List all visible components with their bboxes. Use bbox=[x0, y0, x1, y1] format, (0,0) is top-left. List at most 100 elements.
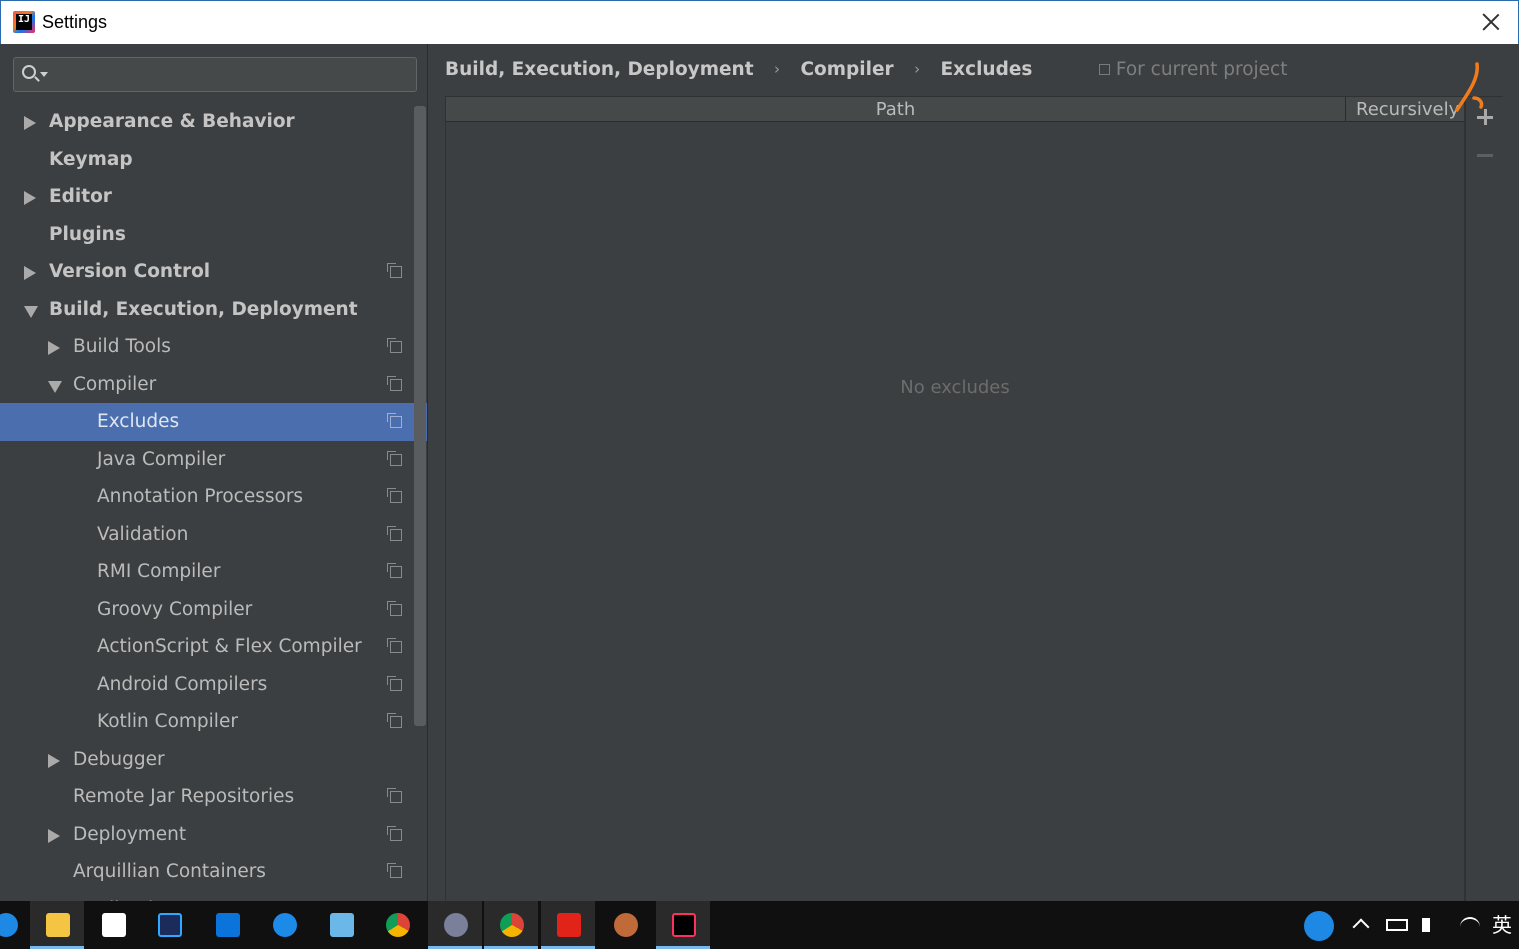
search-icon[interactable] bbox=[22, 65, 36, 79]
tree-item[interactable]: Plugins bbox=[0, 216, 427, 254]
chevron-right-icon[interactable] bbox=[24, 191, 36, 205]
project-scope-icon bbox=[387, 338, 402, 353]
tree-item-label: Android Compilers bbox=[97, 673, 268, 695]
chevron-right-icon[interactable] bbox=[48, 753, 60, 768]
intellij-icon: IJ bbox=[13, 11, 35, 33]
tree-item-label: Debugger bbox=[73, 748, 165, 770]
chevron-right-icon[interactable] bbox=[48, 341, 60, 355]
tree-item-label: Application Servers bbox=[73, 891, 253, 902]
excludes-table[interactable]: Path Recursively No excludes bbox=[445, 96, 1465, 902]
store-icon[interactable] bbox=[200, 901, 254, 949]
breadcrumb-item: Build, Execution, Deployment bbox=[445, 58, 754, 80]
tree-item-label: ActionScript & Flex Compiler bbox=[97, 636, 362, 657]
main-panel: Build, Execution, Deployment › Compiler … bbox=[429, 44, 1519, 902]
app-icon-text: IJ bbox=[18, 14, 31, 25]
remote-desktop-icon[interactable] bbox=[314, 901, 368, 949]
breadcrumb-item: Excludes bbox=[940, 58, 1033, 80]
photoshop-icon[interactable] bbox=[142, 901, 196, 949]
tree-item-label: Keymap bbox=[49, 148, 133, 170]
project-scope-icon bbox=[1098, 63, 1110, 75]
file-explorer-icon[interactable] bbox=[30, 901, 84, 949]
settings-app-icon[interactable] bbox=[428, 901, 482, 949]
tree-item[interactable]: Editor bbox=[0, 178, 427, 216]
tree-item-label: Kotlin Compiler bbox=[97, 711, 238, 732]
ime-indicator[interactable]: 英 bbox=[1492, 901, 1518, 949]
tree-item-label: Remote Jar Repositories bbox=[73, 786, 295, 807]
taskbar: 英 bbox=[0, 901, 1519, 949]
tree-item[interactable]: Deployment bbox=[0, 816, 427, 854]
tree-item-label: Build Tools bbox=[73, 336, 171, 357]
tree-item[interactable]: Remote Jar Repositories bbox=[0, 778, 427, 816]
tree-item[interactable]: Kotlin Compiler bbox=[0, 703, 427, 741]
project-scope-icon bbox=[387, 375, 402, 391]
column-header-path[interactable]: Path bbox=[446, 97, 1346, 122]
breadcrumb-separator: › bbox=[774, 60, 781, 78]
tree-item-label: Appearance & Behavior bbox=[49, 111, 295, 132]
chevron-down-icon[interactable] bbox=[40, 72, 48, 77]
youdao-icon[interactable] bbox=[541, 901, 595, 949]
tree-item[interactable]: Java Compiler bbox=[0, 441, 427, 479]
mail-icon[interactable] bbox=[86, 901, 140, 949]
tree-item-label: Arquillian Containers bbox=[73, 861, 266, 882]
tree-item[interactable]: Keymap bbox=[0, 141, 427, 179]
project-scope-icon bbox=[387, 788, 402, 803]
tree-item[interactable]: Debugger bbox=[0, 741, 427, 779]
tree-item[interactable]: RMI Compiler bbox=[0, 553, 427, 591]
chevron-right-icon[interactable] bbox=[48, 828, 60, 843]
volume-muted-icon[interactable] bbox=[1422, 901, 1446, 949]
tree-item[interactable]: Annotation Processors bbox=[0, 478, 427, 516]
settings-tree: Appearance & Behavior Keymap Editor Plugins… bbox=[0, 103, 427, 902]
project-scope-icon bbox=[387, 488, 402, 503]
chevron-right-icon[interactable] bbox=[24, 116, 36, 130]
tree-item[interactable]: Build Tools bbox=[0, 328, 427, 366]
game-icon[interactable] bbox=[598, 901, 652, 949]
tree-item[interactable]: Build, Execution, Deployment bbox=[0, 291, 427, 329]
tree-item-label: Compiler bbox=[73, 373, 157, 395]
help-icon[interactable] bbox=[1304, 901, 1338, 949]
tree-item[interactable]: Arquillian Containers bbox=[0, 853, 427, 891]
chevron-up-icon[interactable] bbox=[1352, 901, 1372, 949]
kugou-icon[interactable] bbox=[257, 901, 311, 949]
search-input[interactable] bbox=[54, 62, 404, 87]
tree-item-label: Java Compiler bbox=[97, 448, 226, 470]
close-icon[interactable] bbox=[1478, 9, 1504, 35]
edge-icon[interactable] bbox=[0, 901, 32, 949]
title-bar: IJ Settings bbox=[0, 0, 1519, 44]
scope-text: For current project bbox=[1115, 58, 1288, 80]
project-scope-icon bbox=[387, 413, 402, 428]
tree-item[interactable]: Groovy Compiler bbox=[0, 591, 427, 629]
sidebar-scrollbar[interactable] bbox=[414, 106, 426, 726]
project-scope-icon bbox=[387, 713, 402, 728]
tree-item-label: Editor bbox=[49, 186, 112, 207]
tree-item[interactable]: Version Control bbox=[0, 253, 427, 291]
battery-icon[interactable] bbox=[1386, 901, 1412, 949]
empty-state-text: No excludes bbox=[900, 377, 1010, 398]
chevron-down-icon[interactable] bbox=[24, 305, 38, 318]
chrome-icon[interactable] bbox=[370, 901, 424, 949]
tree-item[interactable]: Application Servers bbox=[0, 891, 427, 902]
project-scope-icon bbox=[387, 263, 402, 278]
settings-sidebar: Appearance & Behavior Keymap Editor Plugins… bbox=[0, 44, 428, 901]
project-scope-icon bbox=[387, 563, 402, 578]
chevron-right-icon[interactable] bbox=[24, 266, 36, 280]
tree-item[interactable]: Compiler bbox=[0, 366, 427, 404]
chevron-down-icon[interactable] bbox=[48, 380, 62, 393]
tree-item[interactable]: ActionScript & Flex Compiler bbox=[0, 628, 427, 666]
window-title: Settings bbox=[42, 12, 108, 32]
table-body[interactable]: No excludes bbox=[446, 122, 1464, 902]
breadcrumb-separator: › bbox=[914, 60, 921, 78]
intellij-icon[interactable] bbox=[656, 901, 710, 949]
table-toolbar bbox=[1465, 96, 1503, 901]
tree-item[interactable]: Validation bbox=[0, 516, 427, 554]
column-header-recursively[interactable]: Recursively bbox=[1356, 97, 1459, 122]
tree-item[interactable]: Appearance & Behavior bbox=[0, 103, 427, 141]
tree-item-label: Excludes bbox=[97, 411, 180, 432]
tree-item-label: Build, Execution, Deployment bbox=[49, 298, 358, 320]
wifi-icon[interactable] bbox=[1460, 901, 1484, 949]
tree-item[interactable]: Excludes bbox=[0, 403, 427, 441]
chrome-icon[interactable] bbox=[484, 901, 538, 949]
tree-item[interactable]: Android Compilers bbox=[0, 666, 427, 704]
search-box[interactable] bbox=[13, 57, 417, 92]
minus-icon[interactable] bbox=[1476, 146, 1494, 164]
tree-item-label: Plugins bbox=[49, 223, 126, 245]
